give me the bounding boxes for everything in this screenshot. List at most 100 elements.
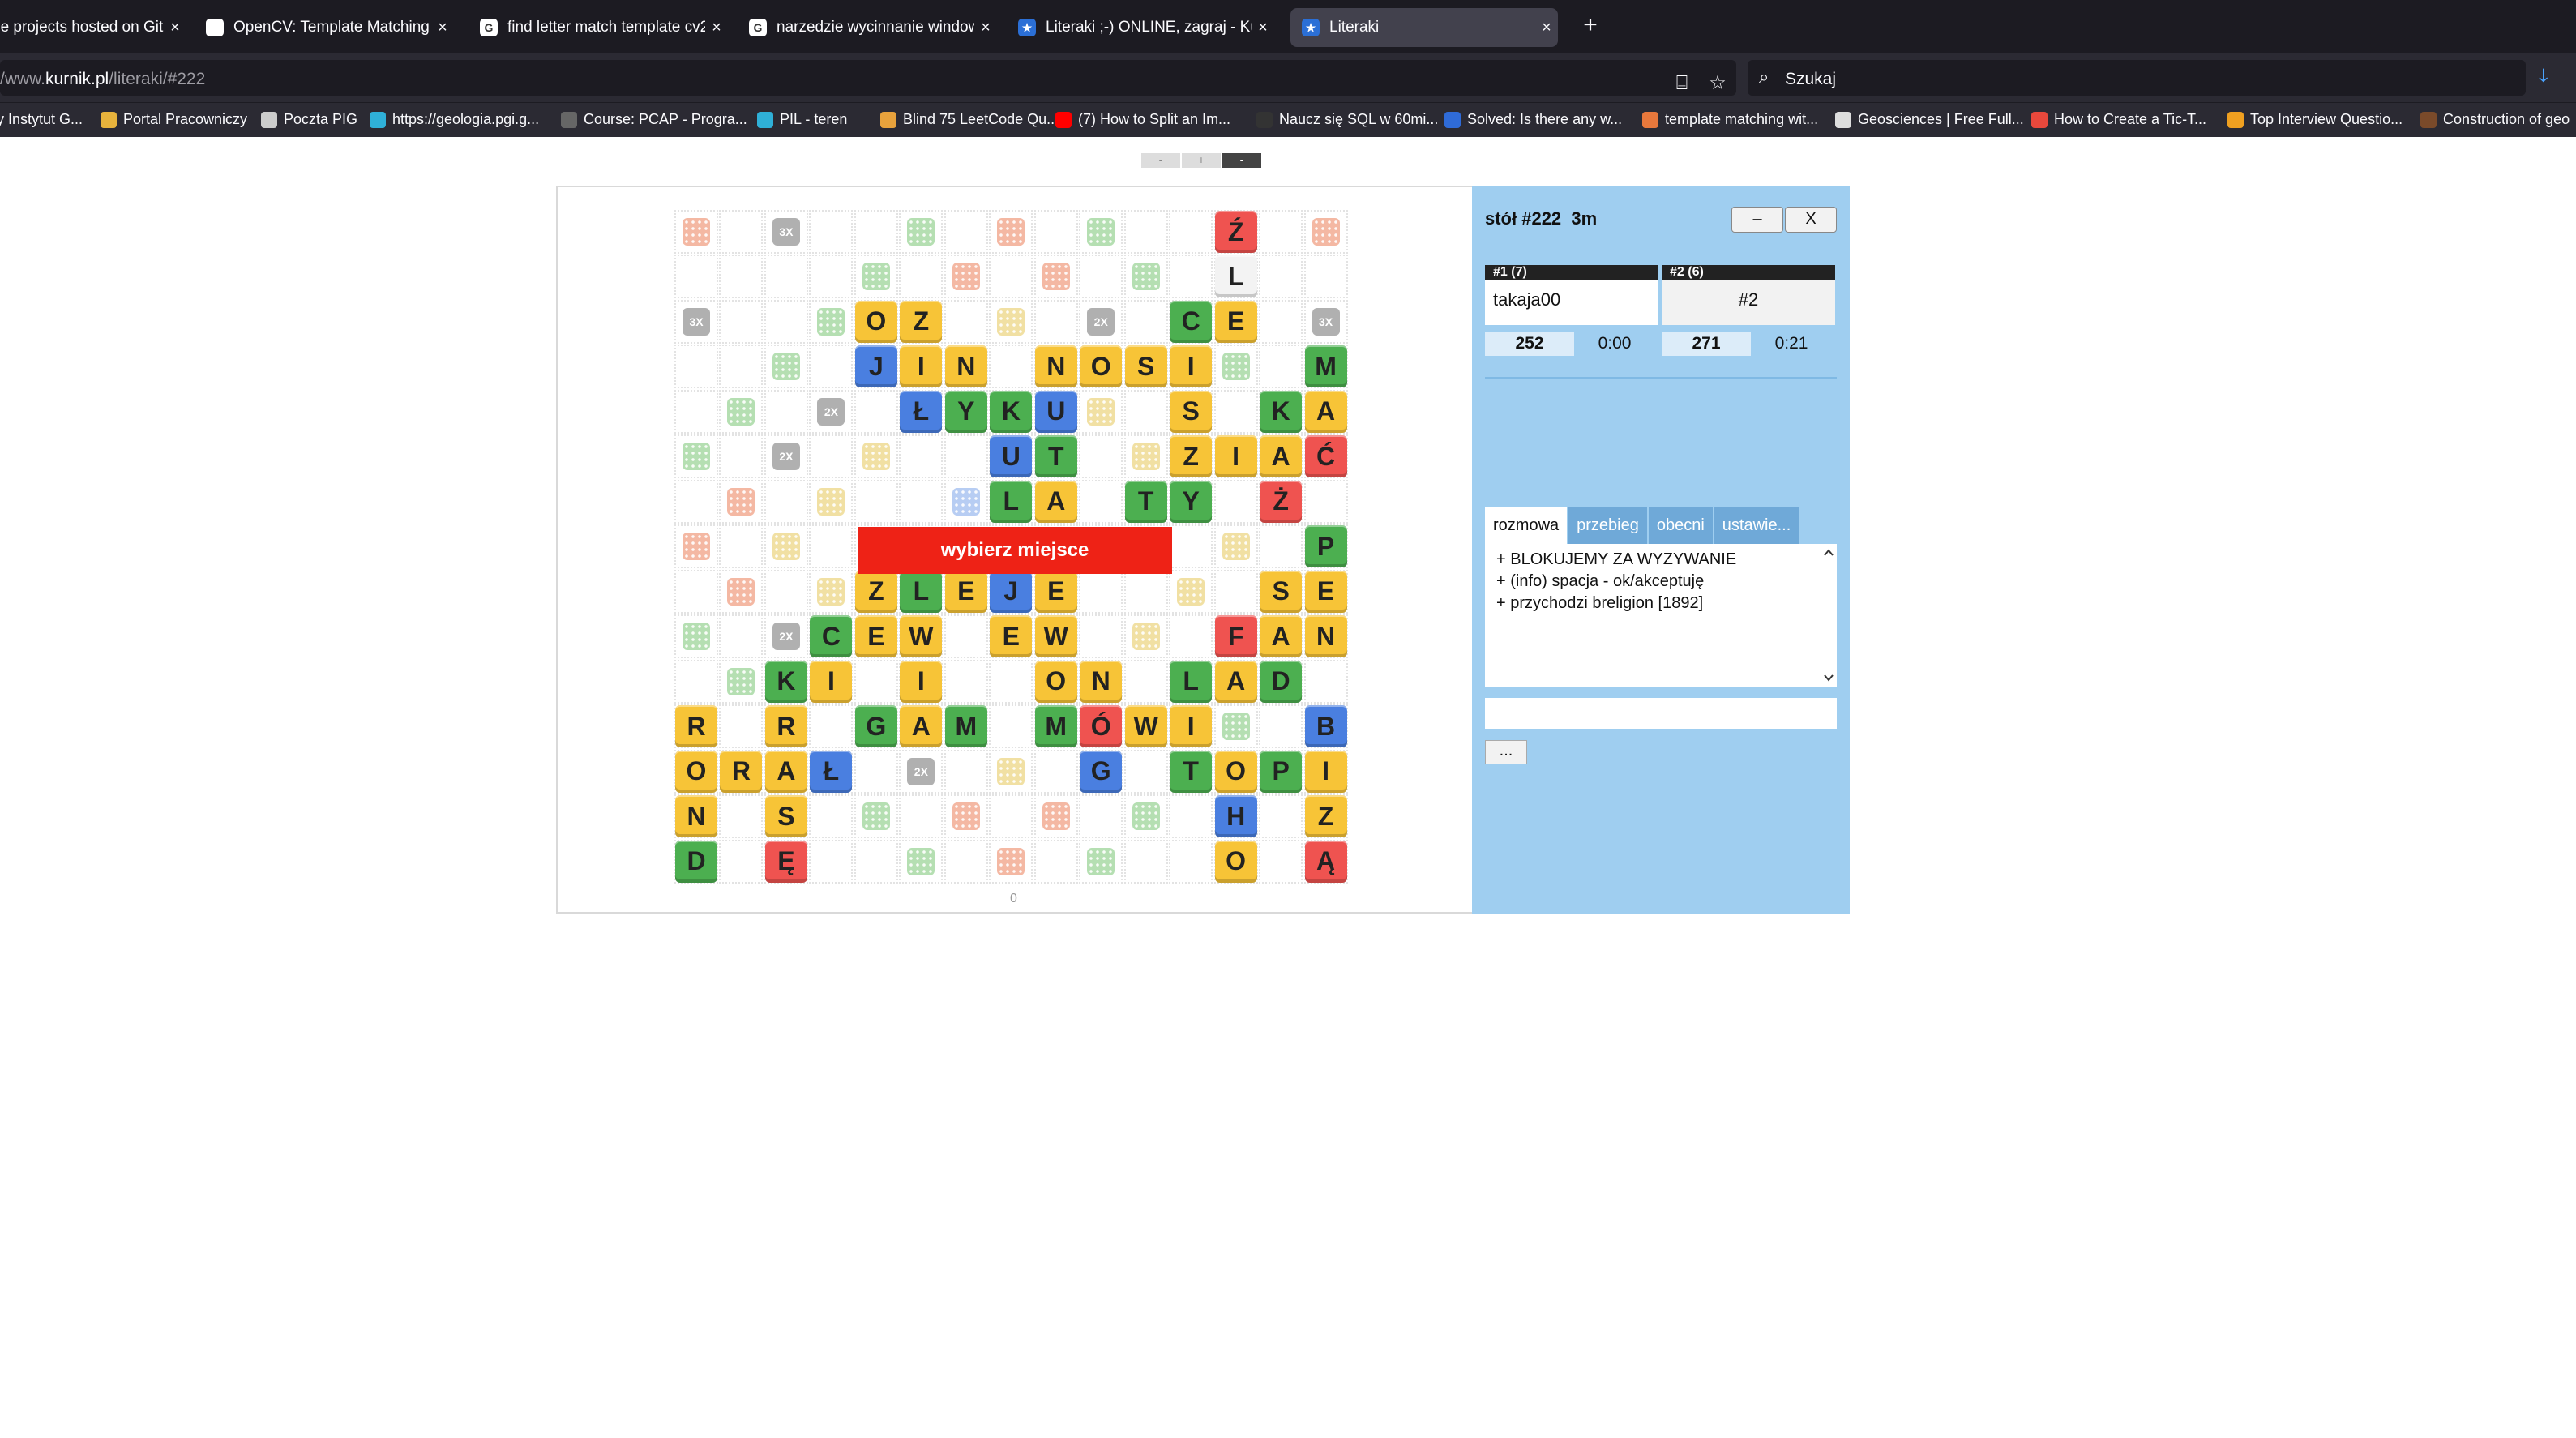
board-cell[interactable] [1123,569,1168,614]
board-cell[interactable] [899,479,944,524]
board-cell[interactable] [989,704,1033,749]
board-cell[interactable] [1169,210,1213,254]
board-cell[interactable] [944,299,988,344]
board-cell[interactable] [809,345,854,389]
board-cell[interactable] [719,794,764,839]
bookmark-item[interactable]: Solved: Is there any w... [1444,111,1622,128]
board-cell[interactable] [854,479,898,524]
translate-icon[interactable]: ⌸ [1670,71,1694,96]
board-cell[interactable] [1123,659,1168,704]
bookmark-item[interactable]: https://geologia.pgi.g... [370,111,539,128]
tab-ustawienia[interactable]: ustawie... [1714,507,1799,544]
close-tab-icon[interactable]: × [164,19,186,37]
board-cell[interactable] [719,345,764,389]
browser-tab[interactable]: OpenCV: Template Matching × [195,8,454,47]
bookmark-star-icon[interactable]: ☆ [1705,71,1730,96]
board-cell[interactable] [989,255,1033,299]
close-tab-icon[interactable]: × [705,19,728,37]
board-cell[interactable] [1033,749,1078,794]
bookmark-item[interactable]: Poczta PIG [261,111,357,128]
board-cell[interactable] [1123,389,1168,434]
board-cell[interactable] [674,389,718,434]
close-tab-icon[interactable]: × [974,19,997,37]
board-cell[interactable] [1213,389,1258,434]
tab-przebieg[interactable]: przebieg [1568,507,1647,544]
board-cell[interactable] [1213,569,1258,614]
board-cell[interactable] [674,345,718,389]
board-cell[interactable] [719,255,764,299]
chat-scrollbar[interactable] [1822,546,1835,685]
close-tab-icon[interactable]: × [431,19,454,37]
zoom-reset-button[interactable]: - [1222,153,1261,168]
board-cell[interactable] [719,210,764,254]
board-cell[interactable] [764,479,808,524]
board-cell[interactable] [854,389,898,434]
board-cell[interactable] [674,479,718,524]
search-input[interactable]: ⌕ Szukaj [1748,60,2526,96]
bookmark-item[interactable]: Construction of geo [2420,111,2570,128]
board-cell[interactable] [1079,794,1123,839]
board-cell[interactable] [1259,524,1303,569]
board-cell[interactable] [764,299,808,344]
board-cell[interactable] [674,255,718,299]
board-cell[interactable] [1079,434,1123,479]
board-cell[interactable] [764,569,808,614]
board-cell[interactable] [854,210,898,254]
board-cell[interactable] [809,839,854,884]
board-cell[interactable] [944,614,988,659]
board-cell[interactable] [809,524,854,569]
board-cell[interactable] [944,659,988,704]
board-cell[interactable] [809,704,854,749]
bookmark-item[interactable]: y Instytut G... [0,111,83,128]
board-cell[interactable] [1303,255,1348,299]
board-cell[interactable] [1259,794,1303,839]
board-cell[interactable] [719,704,764,749]
board-cell[interactable] [1169,839,1213,884]
board-cell[interactable] [674,659,718,704]
board-cell[interactable] [809,210,854,254]
board-cell[interactable] [1123,749,1168,794]
browser-tab[interactable]: Gfind letter match template cv2 × [469,8,728,47]
board-cell[interactable] [1033,210,1078,254]
bookmark-item[interactable]: Naucz się SQL w 60mi... [1256,111,1438,128]
board-cell[interactable] [1169,614,1213,659]
board-cell[interactable] [944,749,988,794]
board-cell[interactable] [719,299,764,344]
tab-obecni[interactable]: obecni [1648,507,1713,544]
browser-tab[interactable]: ★ Literaki ;-) ONLINE, zagraj - Kur × [1007,8,1274,47]
player1-card[interactable]: #1 (7) takaja00 [1485,265,1658,325]
bookmark-item[interactable]: Blind 75 LeetCode Qu... [880,111,1059,128]
board-cell[interactable] [899,255,944,299]
board-cell[interactable] [989,794,1033,839]
bookmark-item[interactable]: Portal Pracowniczy [101,111,247,128]
board-cell[interactable] [1259,299,1303,344]
board-cell[interactable] [944,839,988,884]
browser-tab[interactable]: ★ Literaki × [1290,8,1558,47]
more-button[interactable]: ... [1485,740,1527,764]
zoom-in-button[interactable]: + [1182,153,1221,168]
bookmark-item[interactable]: How to Create a Tic-T... [2031,111,2206,128]
bookmark-item[interactable]: Geosciences | Free Full... [1835,111,2024,128]
player2-card[interactable]: #2 (6) #2 [1662,265,1835,325]
chat-input[interactable] [1485,698,1837,729]
minimize-button[interactable]: – [1731,207,1783,233]
board-cell[interactable] [1303,479,1348,524]
board-cell[interactable] [899,794,944,839]
board-cell[interactable] [1303,659,1348,704]
board-cell[interactable] [1169,255,1213,299]
close-tab-icon[interactable]: × [1252,19,1274,37]
close-tab-icon[interactable]: × [1535,19,1558,37]
board-cell[interactable] [1259,839,1303,884]
board-cell[interactable] [764,255,808,299]
board-cell[interactable] [809,434,854,479]
board-cell[interactable] [719,614,764,659]
board-cell[interactable] [944,210,988,254]
board-cell[interactable] [719,524,764,569]
tab-rozmowa[interactable]: rozmowa [1485,507,1568,544]
board-cell[interactable] [1123,210,1168,254]
board-cell[interactable] [1123,839,1168,884]
board-cell[interactable] [1169,524,1213,569]
board-cell[interactable] [1213,479,1258,524]
board-cell[interactable] [854,659,898,704]
bookmark-item[interactable]: template matching wit... [1642,111,1818,128]
